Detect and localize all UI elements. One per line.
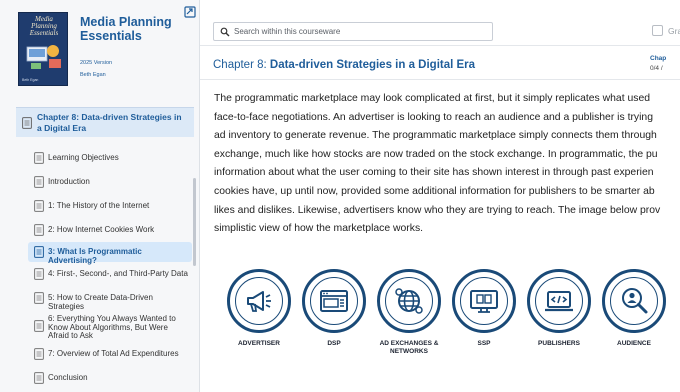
chapter-progress-label: Chap [650,55,667,62]
chapter-progress-count: 0/4 / [650,65,663,72]
sidebar-chapter-label: Chapter 8: Data-driven Strategies in a D… [37,112,182,133]
sidebar-item-label: 4: First-, Second-, and Third-Party Data [48,269,188,278]
search-input[interactable] [234,24,489,39]
marketplace-diagram: ADVERTISER DSP AD EXCHANGES & NETWORKS S… [200,262,680,372]
page-icon [34,246,44,258]
chapter-bar: Chapter 8: Data-driven Strategies in a D… [200,46,680,80]
sidebar-item-label: 6: Everything You Always Wanted to Know … [48,314,176,340]
sidebar-item-introduction[interactable]: Introduction [28,175,192,189]
page-icon [34,320,44,332]
diagram-node-audience: AUDIENCE [599,262,669,372]
node-circle [227,269,291,333]
sidebar-item-programmatic-advertising[interactable]: 3: What Is Programmatic Advertising? [28,242,192,265]
diagram-node-ssp: SSP [449,262,519,372]
book-author: Beth Egan [80,72,106,78]
page-icon [34,268,44,280]
sidebar-item-label: 3: What Is Programmatic Advertising? [48,247,142,265]
grade-label[interactable]: Gra [668,26,680,36]
document-icon [22,117,32,129]
page-icon [34,372,44,384]
page-icon [34,348,44,360]
main-content: Gra Chapter 8: Data-driven Strategies in… [200,0,680,392]
sidebar-item-label: 7: Overview of Total Ad Expenditures [48,349,179,358]
page-icon [34,200,44,212]
cover-title: Media Planning Essentials [29,15,59,37]
paragraph-line: The programmatic marketplace may look co… [214,93,651,104]
page-icon [34,292,44,304]
diagram-node-advertiser: ADVERTISER [224,262,294,372]
chapter-prefix: Chapter 8: [213,59,270,71]
node-label: AUDIENCE [617,340,651,347]
sidebar-item-history-of-internet[interactable]: 1: The History of the Internet [28,199,192,213]
sidebar-item-party-data[interactable]: 4: First-, Second-, and Third-Party Data [28,267,192,281]
laptop-code-icon [545,291,573,312]
sidebar-item-label: Learning Objectives [48,153,119,162]
sidebar-item-cookies[interactable]: 2: How Internet Cookies Work [28,223,192,237]
diagram-node-dsp: DSP [299,262,369,372]
cover-author: Beth Egan [22,78,39,82]
search-icon [220,27,230,37]
chapter-progress[interactable]: Chap 0/4 / [650,54,666,74]
megaphone-icon [247,291,271,312]
node-circle [452,269,516,333]
sidebar-scrollbar[interactable] [193,178,196,266]
search-box[interactable] [213,22,493,41]
diagram-node-ad-exchanges: AD EXCHANGES & NETWORKS [374,262,444,372]
paragraph-line: ad inventory to generate revenue. The pr… [214,130,657,142]
paragraph-line: exchange, much like how stocks are now t… [214,148,658,160]
book-cover-image[interactable]: Media Planning Essentials Beth Egan [18,12,68,86]
top-bar: Gra [200,0,680,46]
page-icon [34,176,44,188]
globe-network-icon [395,288,423,314]
chapter-name: Data-driven Strategies in a Digital Era [269,59,476,71]
sidebar-item-label: 2: How Internet Cookies Work [48,225,155,234]
paragraph-line: likes and dislikes. Likewise, advertiser… [214,204,661,216]
sidebar-item-label: 5: How to Create Data-Driven Strategies [48,293,153,311]
sidebar-item-algorithms[interactable]: 6: Everything You Always Wanted to Know … [28,313,192,340]
person-search-icon [622,288,648,314]
sidebar-chapter-heading[interactable]: Chapter 8: Data-driven Strategies in a D… [16,107,194,137]
node-circle [602,269,666,333]
diagram-node-publishers: PUBLISHERS [524,262,594,372]
sidebar-item-label: Conclusion [48,373,88,382]
sidebar-item-data-driven-strategies[interactable]: 5: How to Create Data-Driven Strategies [28,291,192,310]
book-info: Media Planning Essentials Beth Egan Medi… [0,0,199,98]
collapse-sidebar-icon[interactable] [184,6,196,18]
browser-dsp-icon [320,290,348,312]
sidebar-item-label: Introduction [48,177,90,186]
book-title[interactable]: Media Planning Essentials [80,15,180,43]
sidebar-item-ad-expenditures[interactable]: 7: Overview of Total Ad Expenditures [28,347,192,361]
grade-checkbox[interactable] [652,25,663,36]
page-title: Chapter 8: Data-driven Strategies in a D… [213,59,475,71]
sidebar-item-learning-objectives[interactable]: Learning Objectives [28,151,192,165]
page-icon [34,224,44,236]
paragraph-line: simplistic view of how the marketplace w… [214,223,424,235]
paragraph-line: face-to-face negotiations. An advertiser… [214,111,653,123]
node-circle [302,269,366,333]
paragraph-line: cookies have, up until now, provided som… [214,185,655,197]
sidebar: Media Planning Essentials Beth Egan Medi… [0,0,200,392]
cover-art-illustration [26,45,61,69]
article-paragraph: The programmatic marketplace may look co… [214,90,680,239]
sidebar-item-conclusion[interactable]: Conclusion [28,371,192,385]
sidebar-item-label: 1: The History of the Internet [48,201,150,210]
page-icon [34,152,44,164]
paragraph-line: information about what the user coming t… [214,167,654,179]
node-circle [377,269,441,333]
node-circle [527,269,591,333]
monitor-ssp-icon [470,290,498,313]
book-version: 2025 Version [80,60,113,66]
